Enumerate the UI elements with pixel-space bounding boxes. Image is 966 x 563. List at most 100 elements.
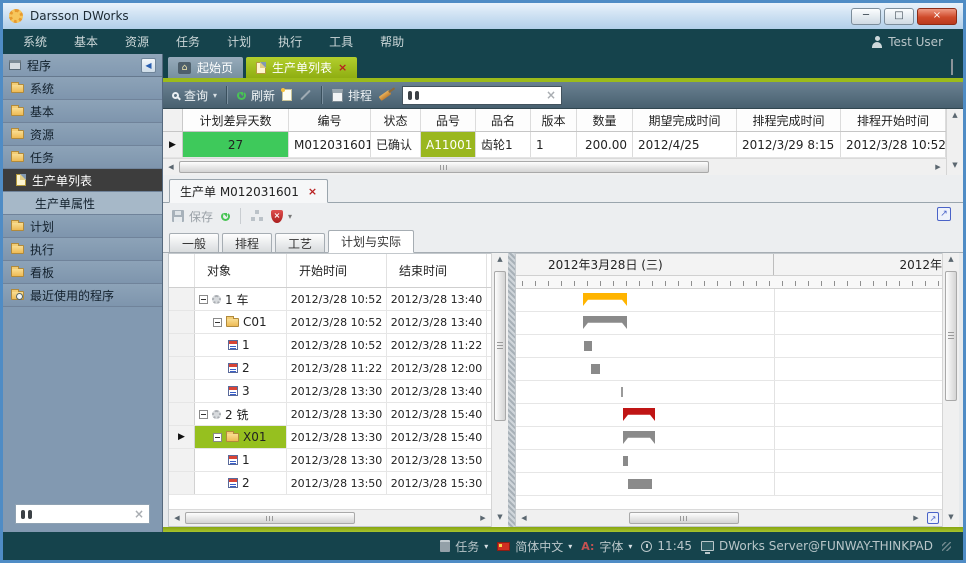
refresh-detail-button[interactable] [221, 212, 230, 221]
menu-resource[interactable]: 资源 [125, 33, 149, 50]
gantt-row[interactable] [516, 473, 942, 496]
chevron-down-icon[interactable]: ▾ [628, 542, 632, 551]
scroll-right-icon[interactable]: ▶ [477, 514, 489, 522]
minimize-button[interactable]: ─ [851, 8, 881, 25]
sidebar-item-task[interactable]: 任务 [3, 146, 162, 169]
gantt-row[interactable] [516, 312, 942, 335]
row-selector[interactable]: ▶ [163, 132, 183, 157]
tree-row-op-3[interactable]: 3 2012/3/28 13:30 2012/3/28 13:40 [169, 380, 491, 403]
col-header-item-name[interactable]: 品名 [476, 109, 531, 131]
chevron-down-icon[interactable]: ▾ [288, 212, 292, 221]
col-header-code[interactable]: 编号 [289, 109, 371, 131]
tree-row-op-1[interactable]: 1 2012/3/28 10:52 2012/3/28 11:22 [169, 334, 491, 357]
row-selector[interactable] [169, 380, 195, 402]
gantt-bar[interactable] [628, 479, 652, 489]
gantt-bar[interactable] [623, 408, 655, 421]
col-header-qty[interactable]: 数量 [577, 109, 633, 131]
col-header-expected-finish[interactable]: 期望完成时间 [633, 109, 737, 131]
tab-production-order-list[interactable]: 生产单列表 × [246, 57, 357, 78]
scroll-up-icon[interactable]: ▲ [945, 255, 957, 267]
gantt-row[interactable] [516, 381, 942, 404]
collapse-expander-icon[interactable] [213, 433, 222, 442]
col-header-diff-days[interactable]: 计划差异天数 [183, 109, 289, 131]
sidebar-item-basic[interactable]: 基本 [3, 100, 162, 123]
tree-row-resource-x01[interactable]: ▶ X01 2012/3/28 13:30 2012/3/28 15:40 [169, 426, 491, 449]
tab-close-icon[interactable]: × [308, 185, 317, 198]
scroll-left-icon[interactable]: ◀ [171, 514, 183, 522]
menu-execute[interactable]: 执行 [278, 33, 302, 50]
row-selector[interactable] [169, 357, 195, 379]
save-button[interactable]: 保存 [172, 208, 213, 225]
tree-row-machine-group-1[interactable]: 1 车 2012/3/28 10:52 2012/3/28 13:40 [169, 288, 491, 311]
sidebar-item-kanban[interactable]: 看板 [3, 261, 162, 284]
scrollbar-thumb[interactable] [494, 271, 506, 421]
sidebar-item-execute[interactable]: 执行 [3, 238, 162, 261]
chevron-down-icon[interactable]: ▾ [213, 91, 217, 100]
subtab-general[interactable]: 一般 [169, 233, 219, 253]
sidebar-item-recent-programs[interactable]: 最近使用的程序 [3, 284, 162, 307]
scroll-up-icon[interactable]: ▲ [949, 111, 961, 123]
row-selector[interactable] [169, 311, 195, 333]
gantt-bar[interactable] [583, 293, 627, 306]
flow-button[interactable] [251, 210, 263, 222]
row-selector[interactable] [169, 334, 195, 356]
edit-button[interactable] [299, 94, 312, 96]
menu-basic[interactable]: 基本 [74, 33, 98, 50]
collapse-expander-icon[interactable] [213, 318, 222, 327]
scroll-left-icon[interactable]: ◀ [165, 163, 177, 171]
query-button[interactable]: 查询 ▾ [172, 87, 217, 104]
col-header-item-no[interactable]: 品号 [421, 109, 476, 131]
scrollbar-thumb[interactable] [185, 512, 355, 524]
tree-row-resource-c01[interactable]: C01 2012/3/28 10:52 2012/3/28 13:40 [169, 311, 491, 334]
col-header-version[interactable]: 版本 [531, 109, 577, 131]
grid-horizontal-scrollbar[interactable]: ◀ ▶ [163, 158, 946, 175]
status-language-menu[interactable]: 简体中文 ▾ [497, 538, 572, 555]
tree-row-op-2b[interactable]: 2 2012/3/28 13:50 2012/3/28 15:30 [169, 472, 491, 495]
row-selector[interactable] [169, 449, 195, 471]
sidebar-item-production-order-props[interactable]: 生产单属性 [3, 192, 162, 215]
row-selector[interactable] [169, 288, 195, 310]
subtab-process[interactable]: 工艺 [275, 233, 325, 253]
row-selector[interactable] [169, 472, 195, 494]
menu-system[interactable]: 系统 [23, 33, 47, 50]
col-header-sched-start[interactable]: 排程开始时间 [841, 109, 946, 131]
validate-button[interactable]: × ▾ [271, 210, 292, 223]
col-header-end[interactable]: 结束时间 [387, 254, 487, 287]
menu-plan[interactable]: 计划 [227, 33, 251, 50]
tree-row-op-2[interactable]: 2 2012/3/28 11:22 2012/3/28 12:00 [169, 357, 491, 380]
menu-help[interactable]: 帮助 [380, 33, 404, 50]
scrollbar-thumb[interactable] [629, 512, 739, 524]
status-task-menu[interactable]: 任务 ▾ [440, 538, 488, 555]
gantt-bar[interactable] [621, 387, 623, 397]
close-button[interactable]: × [917, 8, 957, 25]
row-selector[interactable] [169, 403, 195, 425]
scroll-right-icon[interactable]: ▶ [910, 514, 922, 522]
sidebar-item-plan[interactable]: 计划 [3, 215, 162, 238]
subtab-plan-vs-actual[interactable]: 计划与实际 [328, 230, 414, 253]
tab-overflow-button[interactable] [951, 60, 953, 74]
tree-vertical-scrollbar[interactable]: ▲ ▼ [491, 253, 508, 527]
tree-row-op-1b[interactable]: 1 2012/3/28 13:30 2012/3/28 13:50 [169, 449, 491, 472]
gantt-bar[interactable] [584, 341, 592, 351]
scrollbar-thumb[interactable] [945, 271, 957, 401]
grid-vertical-scrollbar[interactable]: ▲ ▼ [946, 109, 963, 175]
col-header-start[interactable]: 开始时间 [287, 254, 387, 287]
table-row[interactable]: ▶ 27 M012031601 已确认 A11001 齿轮1 1 200.00 … [163, 132, 946, 158]
gantt-row[interactable] [516, 289, 942, 312]
sidebar-search-input[interactable] [37, 506, 129, 522]
new-button[interactable] [282, 89, 292, 101]
chevron-down-icon[interactable]: ▾ [484, 542, 488, 551]
detail-tab-production-order[interactable]: 生产单 M012031601 × [169, 179, 328, 203]
status-font-menu[interactable]: A: 字体 ▾ [581, 538, 632, 555]
scroll-left-icon[interactable]: ◀ [518, 514, 530, 522]
col-header-object[interactable]: 对象 [195, 254, 287, 287]
clear-schedule-button[interactable] [379, 93, 391, 98]
tab-home[interactable]: ⌂ 起始页 [168, 57, 243, 78]
resize-grip[interactable] [942, 542, 951, 551]
gantt-bar[interactable] [591, 364, 600, 374]
sidebar-item-system[interactable]: 系统 [3, 77, 162, 100]
refresh-button[interactable]: 刷新 [237, 87, 275, 104]
splitter-handle[interactable] [508, 253, 515, 527]
gantt-row[interactable] [516, 358, 942, 381]
subtab-schedule[interactable]: 排程 [222, 233, 272, 253]
